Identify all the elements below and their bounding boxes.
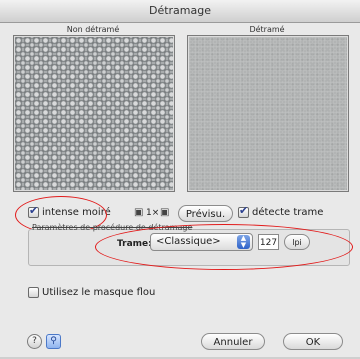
intense-moire-checkbox[interactable] <box>28 204 39 218</box>
detect-screen-label: détecte trame <box>252 207 324 218</box>
zoom-out-icon[interactable]: ▣ <box>134 207 143 218</box>
detect-screen-checkbox[interactable] <box>238 204 249 218</box>
screen-type-value: <Classique> <box>156 236 221 247</box>
descreened-preview-image <box>187 35 349 192</box>
preview-label-descreened: Détramé <box>249 25 285 34</box>
original-preview-image <box>13 35 175 192</box>
zoom-level: 1× <box>146 208 160 218</box>
select-arrows-icon: ▲ ▼ <box>237 235 250 249</box>
preview-label-original: Non détramé <box>66 25 120 34</box>
preview-button[interactable]: Prévisu. <box>178 205 233 222</box>
window-title-bar: Détramage <box>0 0 360 23</box>
intense-moire-label: intense moiré <box>42 207 111 218</box>
loupe-icon[interactable]: ⚲ <box>46 334 61 349</box>
unsharp-mask-checkbox[interactable] <box>28 287 39 298</box>
unsharp-mask-label: Utilisez le masque flou <box>42 287 156 298</box>
lpi-unit-button[interactable]: lpi <box>284 234 310 250</box>
screen-type-label: Trame: <box>117 239 152 249</box>
help-icon[interactable]: ? <box>27 334 42 349</box>
zoom-in-icon[interactable]: ▣ <box>160 207 169 218</box>
cancel-button[interactable]: Annuler <box>201 333 265 350</box>
lpi-input[interactable]: 127 <box>258 234 279 250</box>
ok-button[interactable]: OK <box>283 333 343 350</box>
descreen-parameters-label: Paramètres de procédure de détramage <box>32 223 193 232</box>
screen-type-select[interactable]: <Classique> ▲ ▼ <box>150 233 253 251</box>
window-title: Détramage <box>148 4 212 17</box>
